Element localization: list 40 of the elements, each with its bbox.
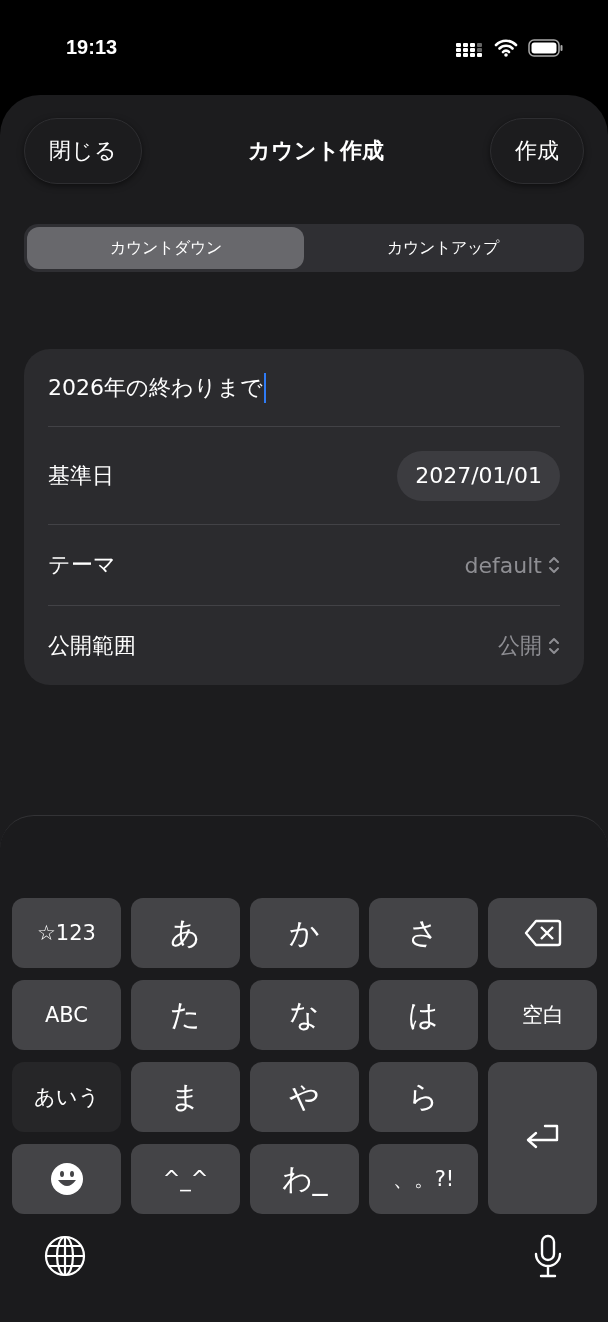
status-time: 19:13 [66, 36, 118, 59]
row-label: テーマ [48, 551, 116, 579]
date-button[interactable]: 2027/01/01 [397, 450, 560, 501]
kana-key[interactable]: さ [369, 898, 478, 968]
segment-tab[interactable]: カウントダウン [27, 227, 304, 269]
kana-key[interactable]: か [250, 898, 359, 968]
kana-key[interactable]: や [250, 1062, 359, 1132]
chevron-updown-icon [548, 555, 560, 575]
kana-key[interactable]: ら [369, 1062, 478, 1132]
mode-key[interactable]: あいう [12, 1062, 121, 1132]
mode-key[interactable]: ABC [12, 980, 121, 1050]
row-label: 基準日 [48, 461, 114, 490]
sheet-title: カウント作成 [248, 137, 384, 165]
kana-key[interactable]: あ [131, 898, 240, 968]
space-key[interactable]: 空白 [488, 980, 597, 1050]
kana-key[interactable]: た [131, 980, 240, 1050]
wifi-icon [494, 38, 518, 57]
backspace-icon [523, 919, 562, 947]
picker-button[interactable]: 公開 [498, 630, 560, 661]
row-label: 公開範囲 [48, 631, 136, 660]
kana-key[interactable]: ま [131, 1062, 240, 1132]
smiley-icon [49, 1162, 84, 1196]
battery-icon [528, 38, 564, 57]
close-button[interactable]: 閉じる [24, 118, 142, 184]
create-button[interactable]: 作成 [490, 118, 584, 184]
chevron-updown-icon [548, 635, 560, 656]
mode-key[interactable]: ☆123 [12, 898, 121, 968]
backspace-key[interactable] [488, 898, 597, 968]
symbol-key[interactable]: 、。?! [369, 1144, 478, 1214]
emoji-key[interactable] [12, 1144, 121, 1214]
kana-key[interactable]: な [250, 980, 359, 1050]
picker-button[interactable]: default [464, 552, 560, 578]
kana-key[interactable]: わ_ [250, 1144, 359, 1214]
kana-key[interactable]: は [369, 980, 478, 1050]
text-cursor [264, 372, 266, 403]
globe-icon[interactable] [44, 1235, 86, 1277]
title-field[interactable]: 2026年の終わりまで [48, 349, 560, 427]
segment-tab[interactable]: カウントアップ [304, 227, 581, 269]
microphone-icon[interactable] [533, 1234, 563, 1278]
symbol-key[interactable]: ^_^ [131, 1144, 240, 1214]
